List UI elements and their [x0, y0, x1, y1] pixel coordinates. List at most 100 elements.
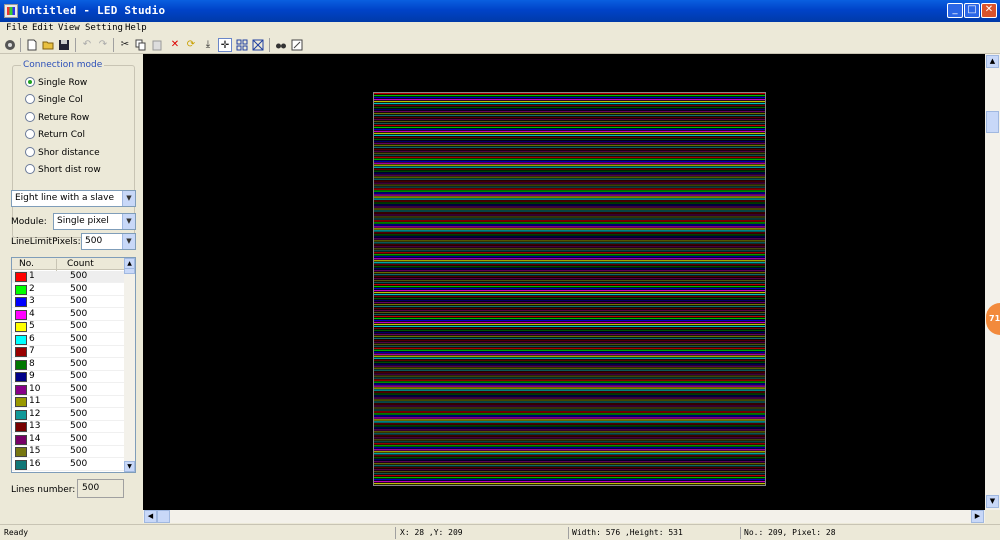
led-line [374, 96, 765, 99]
paste-icon[interactable] [150, 38, 164, 52]
led-line [374, 208, 765, 210]
move-down-icon[interactable]: ⤓ [201, 38, 215, 52]
led-line [374, 118, 765, 121]
table-row[interactable]: 7 500 [12, 346, 125, 358]
crosshair-icon[interactable]: ✛ [218, 38, 232, 52]
radio-single-col[interactable]: Single Col [25, 94, 83, 106]
maximize-button[interactable]: □ [964, 3, 980, 18]
radio-single-row[interactable]: Single Row [25, 77, 87, 89]
led-pixel-image[interactable] [373, 92, 766, 486]
chevron-down-icon[interactable]: ▼ [122, 214, 135, 229]
cut-icon[interactable]: ✂ [118, 38, 132, 52]
row-no: 1 [29, 271, 35, 281]
select-box-icon[interactable] [251, 38, 265, 52]
lines-list[interactable]: No. Count 1 500 2 500 3 500 4 500 5 500 6 500 7 500 8 5… [11, 257, 136, 473]
line-color-swatch [15, 334, 27, 345]
line-mode-select[interactable]: Eight line with a slave ▼ [11, 190, 136, 207]
led-line [374, 142, 765, 144]
close-button[interactable]: ✕ [981, 3, 997, 18]
minimize-button[interactable]: _ [947, 3, 963, 18]
radio-short-dist-row[interactable]: Short dist row [25, 164, 101, 176]
scroll-down-icon[interactable]: ▼ [986, 495, 999, 508]
table-row[interactable]: 16 500 [12, 459, 125, 471]
open-folder-icon[interactable] [41, 38, 55, 52]
scroll-thumb[interactable] [986, 111, 999, 133]
menu-setting[interactable]: Setting [85, 23, 123, 33]
led-line [374, 403, 765, 405]
led-line [374, 317, 765, 320]
table-row[interactable]: 8 500 [12, 359, 125, 371]
radio-reture-row[interactable]: Reture Row [25, 112, 89, 124]
menu-edit[interactable]: Edit [32, 23, 54, 33]
led-line [374, 333, 765, 335]
led-line [374, 286, 765, 288]
delete-icon[interactable]: ✕ [168, 38, 182, 52]
vertical-scrollbar[interactable]: ▲ ▼ [985, 54, 1000, 510]
led-line [374, 264, 765, 266]
status-coords: X: 28 ,Y: 209 [400, 528, 463, 537]
row-count: 500 [70, 421, 88, 431]
table-row[interactable]: 11 500 [12, 396, 125, 408]
menu-help[interactable]: Help [125, 23, 147, 33]
export-icon[interactable] [290, 38, 304, 52]
led-line [374, 172, 765, 174]
save-icon[interactable] [57, 38, 71, 52]
table-row[interactable]: 14 500 [12, 434, 125, 446]
line-color-swatch [15, 359, 27, 370]
led-line [374, 108, 765, 111]
led-line [374, 272, 765, 274]
list-scrollbar[interactable]: ▲ ▼ [124, 258, 135, 472]
line-limit-select[interactable]: 500 ▼ [81, 233, 136, 250]
led-line [374, 98, 765, 101]
redo-icon[interactable]: ↷ [96, 38, 110, 52]
led-line [374, 260, 765, 262]
find-icon[interactable] [274, 38, 288, 52]
row-count: 500 [70, 283, 88, 294]
led-line [374, 258, 765, 260]
led-line [374, 375, 765, 377]
radio-shor-distance[interactable]: Shor distance [25, 147, 100, 159]
table-row[interactable]: 5 500 [12, 321, 125, 333]
copy-icon[interactable] [134, 38, 148, 52]
led-line [374, 319, 765, 322]
lines-number-field[interactable]: 500 [77, 479, 124, 498]
line-color-swatch [15, 434, 27, 445]
scroll-thumb[interactable] [124, 268, 135, 274]
scroll-right-icon[interactable]: ▶ [971, 510, 984, 523]
chevron-down-icon[interactable]: ▼ [122, 234, 135, 249]
undo-icon[interactable]: ↶ [80, 38, 94, 52]
led-line [374, 218, 765, 220]
table-row[interactable]: 3 500 [12, 296, 125, 308]
new-file-icon[interactable] [25, 38, 39, 52]
led-canvas[interactable] [143, 54, 985, 510]
led-line [374, 274, 765, 276]
home-icon[interactable] [3, 38, 17, 52]
led-line [374, 453, 765, 455]
led-line [374, 377, 765, 379]
scroll-down-icon[interactable]: ▼ [124, 461, 135, 472]
led-line [374, 415, 765, 417]
table-row[interactable]: 1 500 [12, 271, 125, 283]
module-select[interactable]: Single pixel ▼ [53, 213, 136, 230]
table-row[interactable]: 9 500 [12, 371, 125, 383]
led-line [374, 224, 765, 226]
table-row[interactable]: 13 500 [12, 421, 125, 433]
menu-view[interactable]: View [58, 23, 80, 33]
table-row[interactable]: 6 500 [12, 334, 125, 346]
table-row[interactable]: 12 500 [12, 409, 125, 421]
scroll-thumb[interactable] [157, 510, 170, 523]
menu-file[interactable]: File [6, 23, 28, 33]
led-line [374, 128, 765, 131]
rotate-icon[interactable]: ⟳ [184, 38, 198, 52]
radio-return-col[interactable]: Return Col [25, 129, 85, 141]
scroll-left-icon[interactable]: ◀ [144, 510, 157, 523]
scroll-up-icon[interactable]: ▲ [986, 55, 999, 68]
table-row[interactable]: 10 500 [12, 384, 125, 396]
horizontal-scrollbar[interactable]: ◀ ▶ [143, 510, 985, 523]
table-row[interactable]: 2 500 [12, 284, 125, 296]
chevron-down-icon[interactable]: ▼ [122, 191, 135, 206]
grid-icon[interactable] [235, 38, 249, 52]
led-line [374, 291, 765, 294]
table-row[interactable]: 4 500 [12, 309, 125, 321]
table-row[interactable]: 15 500 [12, 446, 125, 458]
